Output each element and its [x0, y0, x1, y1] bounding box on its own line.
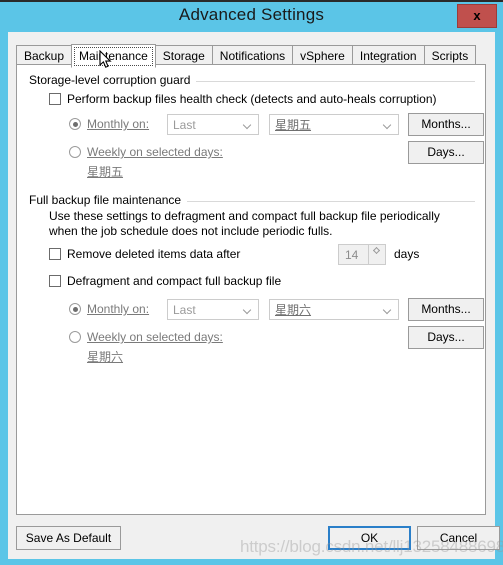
fb-description-line-1: Use these settings to defragment and com… [49, 209, 440, 223]
ok-button[interactable]: OK [328, 526, 411, 550]
cg-monthly-radio-row[interactable]: Monthly on: [69, 117, 149, 131]
fb-days-button[interactable]: Days... [408, 326, 484, 349]
tab-label: Maintenance [79, 49, 148, 63]
cg-days-button[interactable]: Days... [408, 141, 484, 164]
defragment-checkbox-row[interactable]: Defragment and compact full backup file [49, 274, 281, 288]
cancel-button[interactable]: Cancel [417, 526, 500, 550]
group-title: Storage-level corruption guard [29, 73, 197, 87]
tab-label: Scripts [431, 49, 469, 63]
title-bar: Advanced Settings x [0, 2, 503, 32]
cg-weekly-radio-row[interactable]: Weekly on selected days: [69, 145, 223, 159]
fb-months-button[interactable]: Months... [408, 298, 484, 321]
health-check-label: Perform backup files health check (detec… [67, 92, 437, 106]
close-icon[interactable]: x [457, 4, 497, 28]
fb-weekly-days-value: 星期六 [87, 350, 124, 364]
dialog-body: Backup Maintenance Storage Notifications… [8, 32, 500, 559]
cg-months-button[interactable]: Months... [408, 113, 484, 136]
stepper-buttons [368, 245, 385, 264]
cg-monthly-day-value: 星期五 [275, 118, 312, 132]
tab-label: Integration [359, 49, 417, 63]
health-check-checkbox-row[interactable]: Perform backup files health check (detec… [49, 92, 437, 106]
fb-monthly-radio-row[interactable]: Monthly on: [69, 302, 149, 316]
remove-deleted-label: Remove deleted items data after [67, 247, 241, 261]
tab-strip: Backup Maintenance Storage Notifications… [16, 43, 477, 68]
remove-deleted-units: days [394, 247, 419, 261]
tab-label: vSphere [300, 49, 345, 63]
fb-monthly-ordinal-select[interactable]: Last [167, 299, 259, 320]
group-title: Full backup file maintenance [29, 193, 188, 207]
fb-monthly-day-value: 星期六 [275, 303, 312, 317]
tab-label: Storage [162, 49, 205, 63]
defragment-label: Defragment and compact full backup file [67, 274, 282, 288]
chevron-down-icon [384, 122, 391, 126]
remove-deleted-checkbox[interactable] [49, 248, 61, 260]
remove-deleted-checkbox-row[interactable]: Remove deleted items data after [49, 247, 240, 261]
cg-monthly-ordinal-select[interactable]: Last [167, 114, 259, 135]
cg-monthly-ordinal-value: Last [173, 118, 196, 132]
tab-label: Backup [24, 49, 65, 63]
cg-weekly-radio[interactable] [69, 146, 81, 158]
remove-deleted-units-label: days [394, 247, 420, 261]
cg-weekly-days-value: 星期五 [87, 165, 124, 179]
defragment-checkbox[interactable] [49, 275, 61, 287]
maintenance-tab-page: Storage-level corruption guard Perform b… [16, 64, 486, 515]
group-header-full-backup-maintenance: Full backup file maintenance [29, 193, 475, 209]
cg-weekly-days-row: 星期五 [87, 163, 123, 180]
remove-deleted-value: 14 [345, 248, 359, 262]
fb-description-line-2: when the job schedule does not include p… [49, 224, 333, 238]
group-header-corruption-guard: Storage-level corruption guard [29, 73, 475, 89]
cg-monthly-label: Monthly on: [87, 117, 150, 131]
fb-weekly-days-row: 星期六 [87, 348, 123, 365]
fb-monthly-day-select[interactable]: 星期六 [269, 299, 399, 320]
fb-weekly-label: Weekly on selected days: [87, 330, 223, 344]
tab-label: Notifications [219, 49, 286, 63]
chevron-down-icon [244, 122, 251, 126]
fb-monthly-label: Monthly on: [87, 302, 150, 316]
cg-weekly-label: Weekly on selected days: [87, 145, 223, 159]
dialog-footer: Save As Default OK Cancel [8, 515, 500, 559]
window-title: Advanced Settings [178, 5, 325, 24]
cg-monthly-day-select[interactable]: 星期五 [269, 114, 399, 135]
chevron-down-icon [384, 307, 391, 311]
fb-weekly-radio-row[interactable]: Weekly on selected days: [69, 330, 223, 344]
advanced-settings-window: Advanced Settings x Backup Maintenance S… [0, 0, 503, 565]
fb-monthly-radio[interactable] [69, 303, 81, 315]
cg-monthly-radio[interactable] [69, 118, 81, 130]
health-check-checkbox[interactable] [49, 93, 61, 105]
chevron-down-icon [244, 307, 251, 311]
save-as-default-button[interactable]: Save As Default [16, 526, 121, 550]
fb-weekly-radio[interactable] [69, 331, 81, 343]
remove-deleted-stepper[interactable]: 14 [338, 244, 386, 265]
tab-maintenance[interactable]: Maintenance [71, 44, 156, 68]
fb-monthly-ordinal-value: Last [173, 303, 196, 317]
